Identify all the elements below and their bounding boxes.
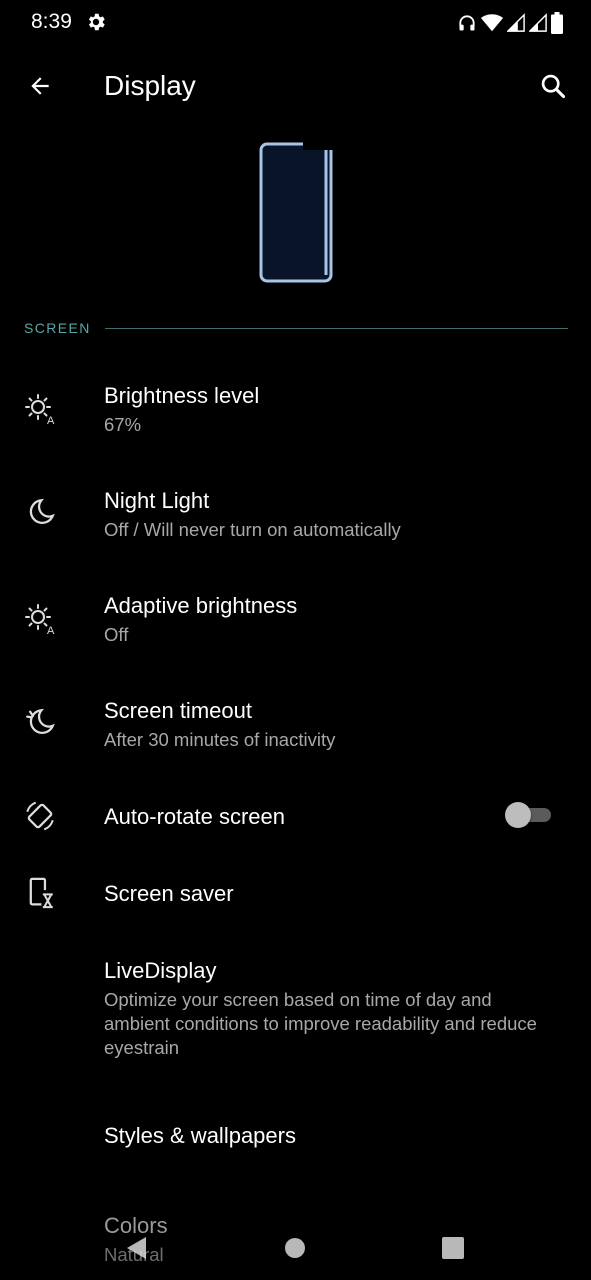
pref-adaptive-brightness[interactable]: A Adaptive brightness Off	[0, 575, 591, 665]
brightness-auto-icon: A	[20, 388, 60, 428]
pref-summary: Off	[104, 624, 129, 645]
moon-icon	[20, 493, 60, 533]
pref-brightness-level[interactable]: A Brightness level 67%	[0, 365, 591, 455]
back-triangle-icon	[124, 1235, 148, 1266]
arrow-back-icon	[27, 73, 53, 104]
pref-summary: Optimize your screen based on time of da…	[104, 989, 537, 1058]
pref-styles-wallpapers[interactable]: Styles & wallpapers	[0, 1105, 591, 1167]
pref-title: LiveDisplay	[104, 958, 217, 983]
navigation-bar	[0, 1210, 591, 1280]
nav-recents-button[interactable]	[433, 1230, 473, 1270]
page-title: Display	[104, 70, 196, 101]
pref-title: Brightness level	[104, 383, 260, 408]
pref-title: Adaptive brightness	[104, 593, 298, 618]
pref-title: Screen saver	[104, 881, 234, 906]
nav-back-button[interactable]	[116, 1230, 156, 1270]
pref-auto-rotate[interactable]: Auto-rotate screen	[0, 785, 591, 847]
section-header-screen: SCREEN	[24, 316, 568, 340]
section-divider	[104, 327, 568, 329]
signal-icon	[507, 13, 525, 33]
headset-icon	[457, 13, 477, 33]
toggle-thumb	[505, 802, 531, 828]
search-icon	[539, 72, 567, 105]
screensaver-icon	[20, 873, 60, 913]
section-label: SCREEN	[24, 320, 91, 336]
back-button[interactable]	[20, 68, 60, 108]
svg-text:A: A	[47, 415, 55, 426]
display-settings-screen: 8:39 Display SCREEN A Brightness level 6…	[0, 0, 591, 1280]
pref-summary: 67%	[104, 414, 142, 435]
gear-icon	[85, 11, 107, 33]
pref-title: Screen timeout	[104, 698, 252, 723]
search-button[interactable]	[531, 66, 575, 110]
pref-title: Night Light	[104, 488, 210, 513]
moon-timer-icon	[20, 703, 60, 743]
svg-text:A: A	[47, 625, 55, 636]
status-bar: 8:39	[0, 0, 591, 46]
home-circle-icon	[284, 1237, 306, 1264]
battery-icon	[551, 12, 563, 34]
wifi-icon	[481, 13, 503, 33]
pref-screen-timeout[interactable]: Screen timeout After 30 minutes of inact…	[0, 680, 591, 770]
rotate-icon	[20, 796, 60, 836]
pref-screen-saver[interactable]: Screen saver	[0, 862, 591, 924]
nav-home-button[interactable]	[275, 1230, 315, 1270]
pref-night-light[interactable]: Night Light Off / Will never turn on aut…	[0, 470, 591, 560]
pref-livedisplay[interactable]: LiveDisplay Optimize your screen based o…	[0, 940, 591, 1070]
pref-title: Styles & wallpapers	[104, 1123, 296, 1148]
display-illustration	[257, 141, 335, 286]
signal-icon	[529, 13, 547, 33]
brightness-auto-icon: A	[20, 598, 60, 638]
pref-summary: After 30 minutes of inactivity	[104, 729, 336, 750]
status-time: 8:39	[31, 10, 72, 33]
status-icons	[457, 11, 563, 35]
pref-summary: Off / Will never turn on automatically	[104, 519, 401, 540]
pref-title: Auto-rotate screen	[104, 804, 285, 829]
recents-square-icon	[442, 1236, 464, 1264]
auto-rotate-toggle[interactable]	[505, 800, 553, 828]
app-bar: Display	[0, 56, 591, 120]
